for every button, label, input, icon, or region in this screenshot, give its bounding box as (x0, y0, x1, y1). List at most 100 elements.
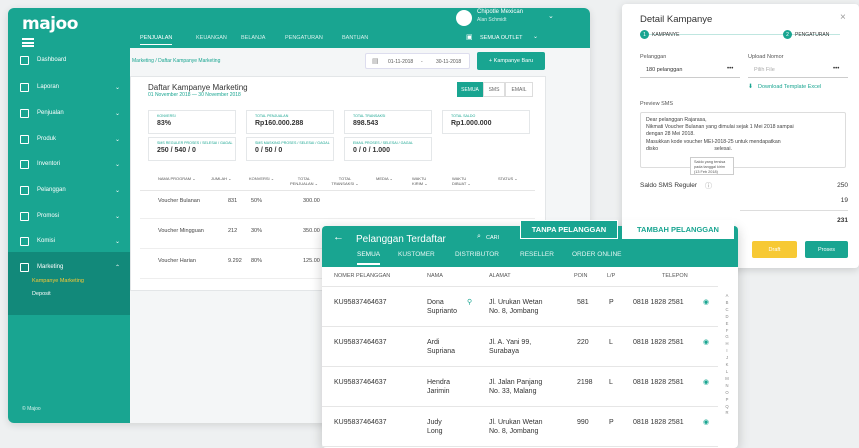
divider (140, 190, 535, 191)
chevron-down-icon[interactable]: ⌄ (548, 12, 554, 20)
search-icon[interactable]: ⌕ (477, 233, 481, 241)
topnav-penjualan[interactable]: PENJUALAN (140, 35, 173, 45)
alphabet-letter[interactable]: J (723, 355, 731, 362)
alphabet-letter[interactable]: A (723, 293, 731, 300)
close-icon[interactable]: × (840, 12, 846, 23)
segment-sms[interactable]: SMS (483, 82, 505, 97)
customer-gender: P (609, 299, 614, 306)
download-template-link[interactable]: Download Template Excel (758, 84, 821, 90)
customer-icon (20, 185, 29, 195)
tanpa-pelanggan-button[interactable]: TANPA PELANGGAN (520, 220, 618, 239)
th-total-transaksi[interactable]: TOTAL TRANSAKSI ⌄ (328, 176, 362, 186)
th-waktu-kirim[interactable]: WAKTU KIRIM ⌄ (412, 176, 434, 186)
th-media[interactable]: MEDIA ⌄ (376, 176, 393, 181)
tab-order-online[interactable]: ORDER ONLINE (572, 251, 621, 258)
stat-value: Rp160.000.288 (255, 120, 304, 127)
customer-name: Dona (427, 299, 444, 306)
eye-icon[interactable]: ◉ (703, 338, 709, 346)
more-icon[interactable]: ••• (727, 66, 733, 72)
alphabet-letter[interactable]: D (723, 314, 731, 321)
sms-line: Masukkan kode voucher MEI-2018-25 untuk … (646, 138, 781, 145)
alphabet-letter[interactable]: H (723, 341, 731, 348)
date-range[interactable]: ▤ 01-11-2018 - 30-11-2018 (365, 53, 470, 69)
alphabet-letter[interactable]: O (723, 390, 731, 397)
sms-preview[interactable]: Dear pelanggan Rajarasa, Nikmati Voucher… (640, 112, 846, 168)
campaign-cell-konversi: 50% (251, 198, 263, 204)
customer-gender: L (609, 379, 613, 386)
alphabet-letter[interactable]: B (723, 300, 731, 307)
th-total-penjualan[interactable]: TOTAL PENJUALAN ⌄ (286, 176, 322, 186)
customer-gender: L (609, 339, 613, 346)
customer-phone: 0818 1828 2581 (633, 299, 684, 306)
pelanggan-field[interactable]: 180 pelanggan (640, 63, 740, 78)
alphabet-letter[interactable]: E (723, 321, 731, 328)
segment-semua[interactable]: SEMUA (457, 82, 483, 97)
divider (322, 286, 718, 287)
stat-label: KONVERSI (157, 114, 176, 118)
th-alamat: ALAMAT (489, 273, 511, 279)
commission-icon (20, 236, 29, 246)
pelanggan-label: Pelanggan (640, 54, 667, 60)
segment-email[interactable]: EMAIL (505, 82, 533, 97)
proses-button[interactable]: Proses (805, 241, 848, 258)
calendar-icon: ▤ (372, 58, 379, 65)
th-jumlah[interactable]: JUMLAH ⌄ (211, 176, 231, 181)
alphabet-letter[interactable]: N (723, 383, 731, 390)
alphabet-letter[interactable]: R (723, 410, 731, 417)
add-campaign-button[interactable]: + Kampanye Baru (477, 52, 545, 70)
alphabet-letter[interactable]: F (723, 328, 731, 335)
customer-name: Long (427, 428, 443, 435)
alphabet-letter[interactable]: Q (723, 404, 731, 411)
outlet-select[interactable]: SEMUA OUTLET (480, 35, 522, 41)
draft-button[interactable]: Draft (752, 241, 797, 258)
th-nama: NAMA (427, 273, 443, 279)
alphabet-letter[interactable]: P (723, 397, 731, 404)
campaign-cell-konversi: 80% (251, 258, 263, 264)
more-icon[interactable]: ••• (833, 66, 839, 72)
alphabet-letter[interactable]: K (723, 362, 731, 369)
alphabet-letter[interactable]: I (723, 348, 731, 355)
marketing-icon (20, 262, 29, 272)
product-icon (20, 134, 29, 144)
tab-kustomer[interactable]: KUSTOMER (398, 251, 435, 258)
back-arrow-icon[interactable]: ← (333, 231, 344, 243)
customer-name: Ardi (427, 339, 440, 346)
alphabet-index[interactable]: ABCDEFGHIJKLMNOPQR (723, 293, 731, 417)
customer-poin: 990 (577, 419, 589, 426)
alphabet-letter[interactable]: M (723, 376, 731, 383)
topnav-keuangan[interactable]: KEUANGAN (196, 35, 227, 41)
eye-icon[interactable]: ◉ (703, 418, 709, 426)
chevron-icon: ⌄ (114, 84, 120, 91)
avatar[interactable] (456, 10, 472, 26)
campaign-cell-total: 350.00 (303, 228, 320, 234)
sidebar-item-dashboard[interactable]: Dashboard (8, 45, 130, 75)
sidebar-item-label: Dashboard (37, 57, 67, 63)
alphabet-letter[interactable]: C (723, 307, 731, 314)
tab-semua[interactable]: SEMUA (357, 251, 381, 265)
customer-name: Supriana (427, 348, 456, 355)
info-icon[interactable]: ⓘ (705, 181, 712, 191)
eye-icon[interactable]: ◉ (703, 378, 709, 386)
customer-phone: 0818 1828 2581 (633, 339, 684, 346)
tab-reseller[interactable]: RESELLER (520, 251, 554, 258)
th-status[interactable]: STATUS ⌄ (498, 176, 518, 181)
th-waktu-dibuat[interactable]: WAKTU DIBUAT ⌄ (452, 176, 474, 186)
topnav-pengaturan[interactable]: PENGATURAN (285, 35, 323, 41)
tab-distributor[interactable]: DISTRIBUTOR (455, 251, 499, 258)
user-subname: Alan Schmidt (477, 17, 507, 23)
th-nama[interactable]: NAMA PROGRAM ⌄ (158, 176, 196, 181)
subnav-item-deposit[interactable]: Deposit (8, 288, 130, 301)
customer-phone: 0818 1828 2581 (633, 419, 684, 426)
customer-gender: P (609, 419, 614, 426)
alphabet-letter[interactable]: L (723, 369, 731, 376)
chevron-icon: ⌄ (114, 187, 120, 194)
tambah-pelanggan-button[interactable]: TAMBAH PELANGGAN (622, 220, 734, 239)
subnav-item-kampanye[interactable]: Kampanye Marketing (8, 275, 130, 288)
topnav-belanja[interactable]: BELANJA (241, 35, 265, 41)
alphabet-letter[interactable]: G (723, 334, 731, 341)
search-button[interactable]: CARI (486, 235, 499, 241)
eye-icon[interactable]: ◉ (703, 298, 709, 306)
topnav-bantuan[interactable]: BANTUAN (342, 35, 368, 41)
user-name: Chipotle Mexican (477, 9, 524, 15)
th-konversi[interactable]: KONVERSI ⌄ (249, 176, 274, 181)
